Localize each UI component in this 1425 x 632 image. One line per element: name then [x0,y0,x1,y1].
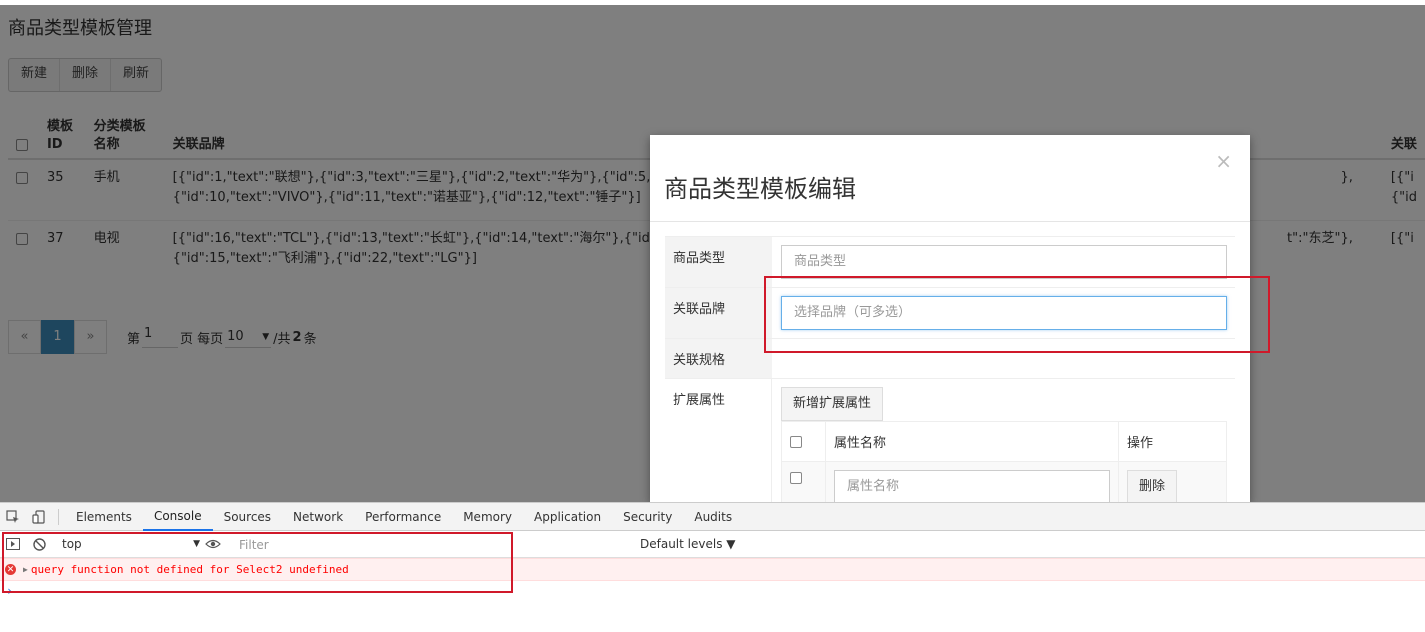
attribute-row: 属性名称 删除 [781,461,1227,502]
col-attr-name: 属性名称 [825,421,1119,462]
attr-delete-button[interactable]: 删除 [1127,470,1178,502]
attribute-table: 属性名称 操作 属性名称 删除 [781,421,1227,502]
devtools-panel: Elements Console Sources Network Perform… [0,502,1425,632]
log-levels-select[interactable]: Default levels ▼ [640,537,736,551]
tab-audits[interactable]: Audits [683,503,743,531]
modal-form: 商品类型 商品类型 关联品牌 选择品牌（可多选） 关联规格 扩展属性 新增扩展属… [665,236,1235,502]
tab-network[interactable]: Network [282,503,354,531]
show-sidebar-icon[interactable] [0,530,26,558]
device-toggle-icon[interactable] [26,503,52,531]
tab-console[interactable]: Console [142,503,213,531]
form-row-spec: 关联规格 [665,339,1235,379]
error-icon: ✕ [5,564,16,575]
console-error-message[interactable]: ✕ ▶ query function not defined for Selec… [0,558,1425,581]
modal-header-divider [650,221,1250,222]
inspect-element-icon[interactable] [0,503,26,531]
expand-triangle-icon[interactable]: ▶ [23,565,28,574]
brand-label: 关联品牌 [665,288,772,338]
error-text: query function not defined for Select2 u… [30,563,349,576]
spec-label: 关联规格 [665,339,772,378]
tab-memory[interactable]: Memory [452,503,523,531]
clear-console-icon[interactable] [26,530,52,558]
add-attribute-button[interactable]: 新增扩展属性 [781,387,884,421]
tab-sources[interactable]: Sources [213,503,282,531]
tab-security[interactable]: Security [612,503,683,531]
col-attr-action: 操作 [1118,421,1227,462]
brand-select-input[interactable]: 选择品牌（可多选） [781,296,1227,330]
attr-select-all-checkbox[interactable] [790,435,802,448]
type-input[interactable]: 商品类型 [781,245,1227,279]
close-icon[interactable]: × [1215,149,1232,173]
console-filter-input[interactable]: Filter [234,534,634,554]
form-row-brand: 关联品牌 选择品牌（可多选） [665,288,1235,339]
form-row-type: 商品类型 商品类型 [665,236,1235,288]
form-row-attributes: 扩展属性 新增扩展属性 属性名称 操作 属性名称 删除 [665,379,1235,502]
live-expression-eye-icon[interactable] [200,530,226,558]
attr-row-checkbox[interactable] [790,471,802,484]
attribute-header-row: 属性名称 操作 [781,421,1227,462]
attr-name-input[interactable]: 属性名称 [834,470,1110,502]
modal-title: 商品类型模板编辑 [664,175,856,203]
dropdown-arrow-icon: ▼ [193,539,200,549]
console-toolbar: top ▼ Filter Default levels ▼ [0,531,1425,558]
type-label: 商品类型 [665,237,772,287]
spec-value[interactable] [772,339,1235,378]
context-select[interactable]: top ▼ [58,534,200,554]
tab-application[interactable]: Application [523,503,612,531]
attr-label: 扩展属性 [665,379,772,502]
prompt-chevron-icon: › [6,584,14,598]
tab-separator [58,508,59,525]
devtools-tabbar: Elements Console Sources Network Perform… [0,503,1425,531]
edit-template-modal: × 商品类型模板编辑 商品类型 商品类型 关联品牌 选择品牌（可多选） 关联规格… [650,135,1250,502]
tab-performance[interactable]: Performance [354,503,452,531]
tab-elements[interactable]: Elements [65,503,143,531]
console-prompt[interactable]: › [0,581,1425,601]
context-value: top [62,537,82,551]
